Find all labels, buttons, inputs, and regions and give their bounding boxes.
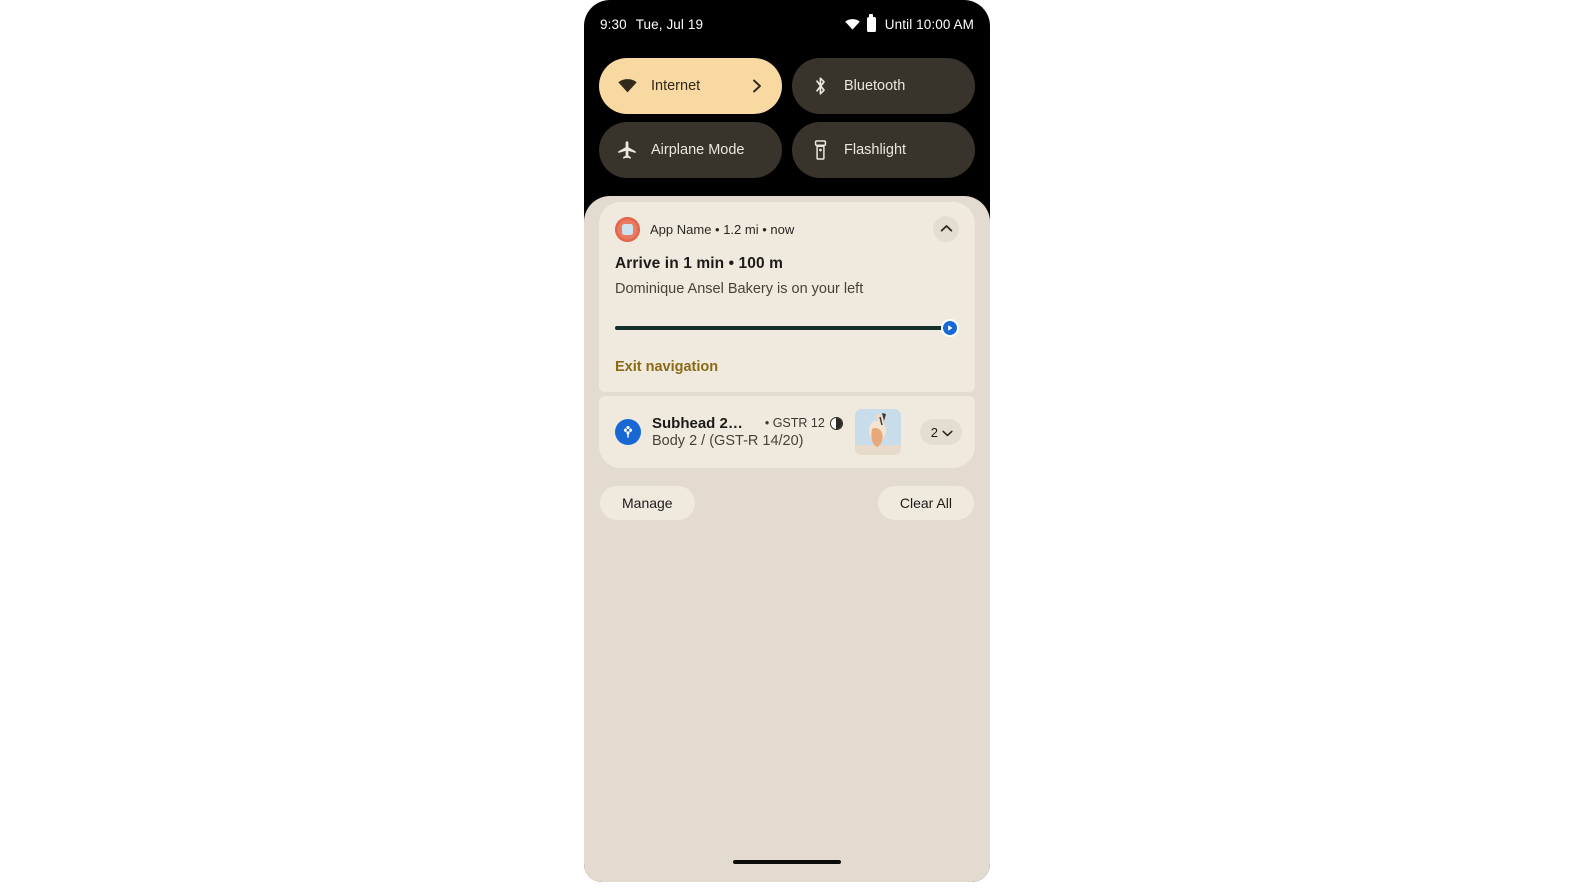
pinwheel-icon [615, 419, 641, 445]
wifi-icon [617, 76, 637, 96]
notification-footer: Manage Clear All [599, 486, 975, 520]
gesture-home-indicator[interactable] [733, 860, 841, 864]
qs-tile-flashlight[interactable]: Flashlight [792, 122, 975, 178]
notification-text-block: Subhead 2… • GSTR 12 Body 2 / (GST-R 14/… [652, 415, 844, 450]
group-count: 2 [930, 424, 938, 440]
qs-tile-internet[interactable]: Internet [599, 58, 782, 114]
notification-title: Arrive in 1 min • 100 m [615, 255, 783, 272]
status-time: 9:30 [600, 16, 627, 32]
group-expand-button[interactable]: 2 [919, 419, 962, 445]
manage-button[interactable]: Manage [600, 486, 695, 520]
app-icon [615, 216, 640, 242]
notification-meta: App Name • 1.2 mi • now [650, 221, 795, 237]
phone-screen: 9:30 Tue, Jul 19 Until 10:00 AM Internet [584, 0, 990, 882]
collapse-button[interactable] [933, 216, 959, 242]
notification-title: Subhead 2… [652, 414, 743, 432]
qs-tile-label: Internet [651, 78, 701, 94]
app-icon-inner-shape [622, 223, 633, 235]
quick-settings-grid: Internet Bluetooth Airplane Mode Flashli… [584, 48, 990, 178]
chevron-up-icon [940, 220, 953, 238]
exit-navigation-button[interactable]: Exit navigation [615, 359, 718, 375]
airplane-icon [617, 140, 637, 160]
navigation-knob[interactable] [941, 319, 959, 337]
notification-header: App Name • 1.2 mi • now [615, 216, 959, 242]
qs-tile-bluetooth[interactable]: Bluetooth [792, 58, 975, 114]
qs-tile-label: Flashlight [844, 142, 907, 158]
notification-subinfo-text: • GSTR 12 [764, 416, 825, 430]
notification-body: Body 2 / (GST-R 14/20) [652, 432, 804, 449]
notification-subhead-2[interactable]: Subhead 2… • GSTR 12 Body 2 / (GST-R 14/… [599, 396, 975, 468]
chevron-down-icon [942, 425, 953, 440]
notification-body: Dominique Ansel Bakery is on your left [615, 281, 864, 297]
chevron-right-icon[interactable] [750, 79, 764, 93]
qs-tile-label: Bluetooth [844, 78, 906, 94]
notification-row: Subhead 2… • GSTR 12 Body 2 / (GST-R 14/… [615, 409, 962, 455]
notification-panel: App Name • 1.2 mi • now Arrive in 1 min … [584, 196, 990, 882]
notification-title-row: Subhead 2… • GSTR 12 [652, 415, 844, 432]
navigation-progress-bar[interactable] [615, 319, 959, 337]
dnd-until-text: Until 10:00 AM [884, 16, 974, 32]
status-date: Tue, Jul 19 [635, 16, 704, 32]
wifi-icon [844, 18, 860, 30]
status-bar-right: Until 10:00 AM [844, 14, 974, 32]
qs-tile-label: Airplane Mode [651, 142, 745, 158]
progress-track [615, 325, 945, 331]
status-bar-left: 9:30 Tue, Jul 19 [600, 17, 703, 32]
notification-subinfo: • GSTR 12 [765, 416, 843, 430]
bluetooth-icon [810, 76, 830, 96]
notification-list: App Name • 1.2 mi • now Arrive in 1 min … [584, 196, 990, 520]
battery-icon [866, 14, 876, 32]
status-bar: 9:30 Tue, Jul 19 Until 10:00 AM [584, 0, 990, 48]
flashlight-icon [810, 140, 830, 160]
photo-thumbnail [854, 409, 901, 455]
half-circle-icon [829, 416, 843, 430]
screenshot-root: 9:30 Tue, Jul 19 Until 10:00 AM Internet [0, 0, 1586, 892]
notification-navigation[interactable]: App Name • 1.2 mi • now Arrive in 1 min … [599, 202, 975, 392]
navigation-arrow-icon [943, 321, 957, 335]
qs-tile-airplane-mode[interactable]: Airplane Mode [599, 122, 782, 178]
clear-all-button[interactable]: Clear All [877, 486, 974, 520]
